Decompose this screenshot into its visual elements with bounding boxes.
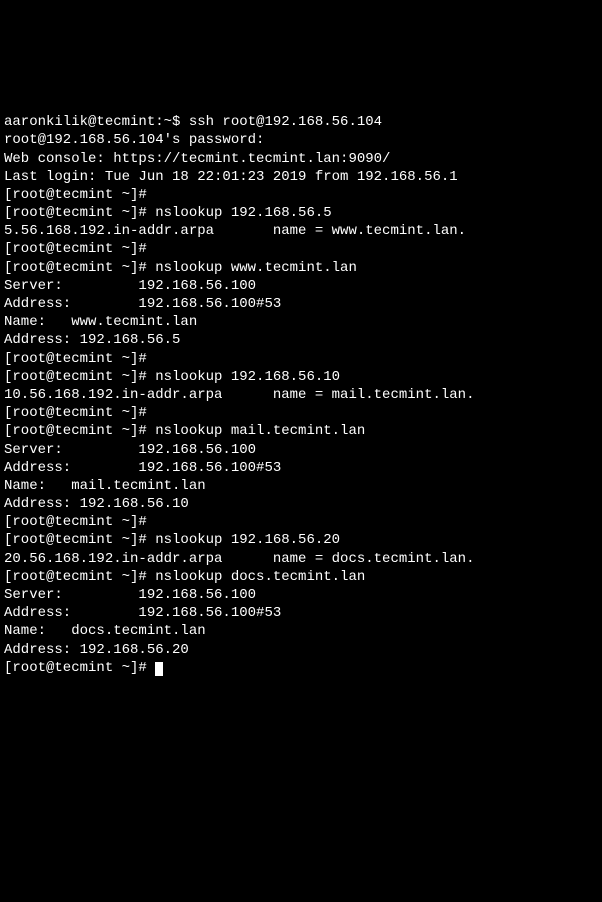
terminal-line: Name: www.tecmint.lan	[4, 313, 598, 331]
terminal-line: 10.56.168.192.in-addr.arpa name = mail.t…	[4, 386, 598, 404]
terminal-output: aaronkilik@tecmint:~$ ssh root@192.168.5…	[4, 113, 598, 677]
terminal-line: [root@tecmint ~]# nslookup docs.tecmint.…	[4, 568, 598, 586]
terminal-line: aaronkilik@tecmint:~$ ssh root@192.168.5…	[4, 113, 598, 131]
terminal-line: [root@tecmint ~]# nslookup www.tecmint.l…	[4, 259, 598, 277]
terminal-line: Address: 192.168.56.5	[4, 331, 598, 349]
terminal-line: Server: 192.168.56.100	[4, 277, 598, 295]
terminal-line: Address: 192.168.56.10	[4, 495, 598, 513]
terminal-window[interactable]: aaronkilik@tecmint:~$ ssh root@192.168.5…	[4, 77, 598, 811]
terminal-line: Address: 192.168.56.100#53	[4, 295, 598, 313]
terminal-line: [root@tecmint ~]#	[4, 659, 598, 677]
terminal-line: Server: 192.168.56.100	[4, 586, 598, 604]
terminal-line: Web console: https://tecmint.tecmint.lan…	[4, 150, 598, 168]
terminal-line: Server: 192.168.56.100	[4, 441, 598, 459]
terminal-line: [root@tecmint ~]#	[4, 513, 598, 531]
terminal-line: [root@tecmint ~]#	[4, 186, 598, 204]
cursor-icon	[155, 662, 163, 676]
terminal-line: Name: docs.tecmint.lan	[4, 622, 598, 640]
terminal-line: Address: 192.168.56.20	[4, 641, 598, 659]
terminal-line: [root@tecmint ~]# nslookup mail.tecmint.…	[4, 422, 598, 440]
terminal-line: [root@tecmint ~]#	[4, 404, 598, 422]
terminal-line: [root@tecmint ~]# nslookup 192.168.56.20	[4, 531, 598, 549]
terminal-line: 20.56.168.192.in-addr.arpa name = docs.t…	[4, 550, 598, 568]
terminal-line: Address: 192.168.56.100#53	[4, 459, 598, 477]
terminal-line: Last login: Tue Jun 18 22:01:23 2019 fro…	[4, 168, 598, 186]
terminal-line: Name: mail.tecmint.lan	[4, 477, 598, 495]
terminal-line: root@192.168.56.104's password:	[4, 131, 598, 149]
terminal-line: [root@tecmint ~]#	[4, 350, 598, 368]
terminal-line: [root@tecmint ~]#	[4, 240, 598, 258]
terminal-line: [root@tecmint ~]# nslookup 192.168.56.10	[4, 368, 598, 386]
terminal-line: 5.56.168.192.in-addr.arpa name = www.tec…	[4, 222, 598, 240]
terminal-line: [root@tecmint ~]# nslookup 192.168.56.5	[4, 204, 598, 222]
terminal-line: Address: 192.168.56.100#53	[4, 604, 598, 622]
